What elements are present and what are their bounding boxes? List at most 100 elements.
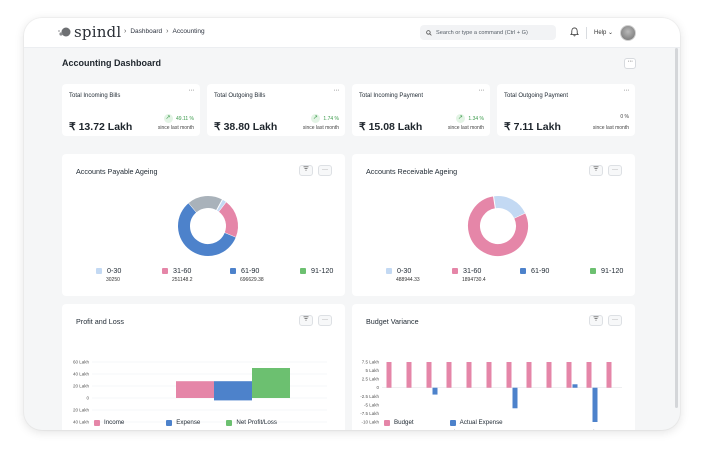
legend-label: Expense — [176, 419, 201, 426]
brand-logo[interactable]: spindl — [58, 23, 121, 41]
donut-slice-0-30[interactable] — [216, 199, 227, 212]
legend-item-91-120[interactable]: 91-120 — [590, 266, 623, 275]
kpi-value: ₹ 15.08 Lakh — [359, 121, 423, 133]
legend-actual-expense[interactable]: Actual Expense — [449, 419, 503, 426]
search-input[interactable]: Search or type a command (Ctrl + G) — [420, 25, 556, 40]
page-more-button[interactable]: ··· — [624, 58, 636, 69]
kpi-since: since last month — [447, 125, 484, 131]
legend-label: 0-30 — [107, 266, 122, 275]
legend-swatch — [590, 267, 596, 274]
notification-bell-icon[interactable] — [570, 27, 579, 37]
user-avatar[interactable] — [620, 25, 636, 41]
legend-net-profit[interactable]: Net Profit/Loss — [226, 419, 277, 426]
payable-ageing-panel: Accounts Payable Ageing ··· 0-30 30250 31-… — [62, 154, 345, 296]
legend-item-61-90[interactable]: 61-90 696629.38 — [230, 266, 264, 283]
x-tick-label: Mar — [608, 429, 616, 430]
page-scrollbar[interactable] — [675, 48, 678, 408]
kpi-card-outgoing-bills: Total Outgoing Bills ··· 1.74 % since la… — [207, 84, 345, 136]
x-tick-label: Jul — [449, 429, 455, 430]
bar-budget[interactable] — [466, 362, 472, 388]
brand-name: spindl — [74, 23, 122, 41]
filter-button[interactable] — [299, 165, 313, 176]
panel-title: Accounts Payable Ageing — [76, 167, 158, 176]
legend-item-61-90[interactable]: 61-90 — [520, 266, 549, 275]
chevron-down-icon: ⌄ — [608, 30, 614, 36]
bar-budget[interactable] — [386, 362, 392, 388]
kpi-more-button[interactable]: ··· — [624, 87, 630, 94]
bar-budget[interactable] — [506, 362, 512, 388]
bar-budget[interactable] — [606, 362, 612, 388]
legend-label: Net Profit/Loss — [236, 419, 277, 426]
x-tick-label: May — [408, 429, 417, 430]
help-menu[interactable]: Help ⌄ — [594, 29, 613, 36]
bar-net-profit-loss[interactable] — [252, 368, 290, 398]
kpi-value: ₹ 7.11 Lakh — [504, 121, 561, 133]
chevron-right-icon: › — [124, 28, 127, 35]
bar-budget[interactable] — [406, 362, 412, 388]
bar-budget[interactable] — [546, 362, 552, 388]
y-tick-label: 2.5 Lakh — [362, 377, 380, 382]
kpi-change-value: 49.11 % — [176, 115, 194, 122]
bar-budget[interactable] — [446, 362, 452, 388]
legend-label: 0-30 — [397, 266, 412, 275]
bar-budget[interactable] — [526, 362, 532, 388]
filter-button[interactable] — [299, 315, 313, 326]
filter-icon — [593, 316, 599, 321]
panel-title: Profit and Loss — [76, 317, 124, 326]
kpi-more-button[interactable]: ··· — [189, 87, 195, 94]
donut-slice-0-30[interactable] — [493, 196, 526, 219]
bar-budget[interactable] — [426, 362, 432, 388]
legend-item-0-30[interactable]: 0-30 488944.33 — [386, 266, 420, 283]
legend-value: 488944.33 — [396, 277, 420, 283]
legend-swatch — [300, 267, 306, 274]
y-tick-label: 0 — [376, 385, 379, 390]
donut-slice-other[interactable] — [188, 196, 223, 213]
legend-label: 91-120 — [601, 266, 624, 275]
filter-button[interactable] — [589, 315, 603, 326]
bar-actual-expense[interactable] — [572, 384, 578, 388]
breadcrumb-accounting[interactable]: Accounting — [173, 28, 205, 35]
filter-button[interactable] — [589, 165, 603, 176]
receivable-ageing-panel: Accounts Receivable Ageing ··· 0-30 48894… — [352, 154, 635, 296]
bar-actual-expense[interactable] — [432, 387, 438, 395]
bar-expense[interactable] — [214, 381, 252, 401]
y-tick-label: 40 Lakh — [73, 372, 90, 377]
legend-income[interactable]: Income — [94, 419, 124, 426]
y-tick-label: 0 — [86, 396, 89, 401]
panel-more-button[interactable]: ··· — [608, 165, 622, 176]
kpi-change-value: 0 % — [620, 114, 629, 120]
x-tick-label: Apr — [388, 429, 396, 430]
bar-budget[interactable] — [586, 362, 592, 388]
panel-more-button[interactable]: ··· — [318, 315, 332, 326]
kpi-more-button[interactable]: ··· — [479, 87, 485, 94]
donut-slice-31-60[interactable] — [218, 202, 238, 238]
kpi-more-button[interactable]: ··· — [334, 87, 340, 94]
kpi-change-value: 1.34 % — [468, 115, 484, 122]
legend-budget[interactable]: Budget — [384, 419, 414, 426]
legend-item-31-60[interactable]: 31-60 1894730.4 — [452, 266, 486, 283]
chevron-right-icon: › — [166, 28, 169, 35]
receivable-donut-chart — [468, 195, 528, 256]
bar-actual-expense[interactable] — [592, 387, 598, 422]
bar-budget[interactable] — [566, 362, 572, 388]
panel-more-button[interactable]: ··· — [318, 165, 332, 176]
kpi-since: since last month — [302, 125, 339, 131]
bar-income[interactable] — [176, 381, 214, 398]
y-tick-label: 7.5 Lakh — [362, 360, 380, 365]
panel-more-button[interactable]: ··· — [608, 315, 622, 326]
x-tick-label: Dec — [548, 429, 557, 430]
search-icon — [426, 29, 432, 36]
legend-item-91-120[interactable]: 91-120 — [300, 266, 333, 275]
legend-label: Budget — [394, 419, 414, 426]
legend-label: 61-90 — [241, 266, 260, 275]
bar-actual-expense[interactable] — [512, 387, 518, 409]
legend-swatch — [520, 267, 526, 274]
legend-value: 30250 — [106, 277, 120, 283]
legend-swatch — [230, 267, 236, 274]
bar-budget[interactable] — [486, 362, 492, 388]
kpi-value: ₹ 13.72 Lakh — [69, 121, 133, 133]
breadcrumb-dashboard[interactable]: Dashboard — [130, 28, 162, 35]
legend-expense[interactable]: Expense — [166, 419, 200, 426]
legend-item-31-60[interactable]: 31-60 251148.2 — [162, 266, 192, 283]
legend-item-0-30[interactable]: 0-30 30250 — [96, 266, 121, 283]
